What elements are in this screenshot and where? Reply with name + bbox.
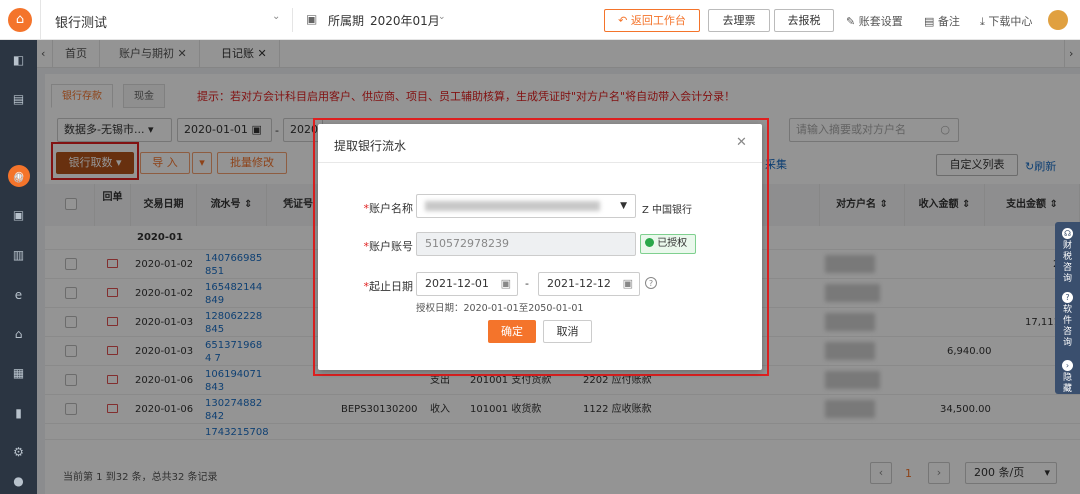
period-selector[interactable]: 2020年01月 <box>370 12 440 29</box>
date-separator: - <box>525 277 529 290</box>
bank-name: Z 中国银行 <box>642 205 693 216</box>
period-label: 所属期 <box>328 14 365 28</box>
auth-range-note: 授权日期：2020-01-01至2050-01-01 <box>416 303 584 314</box>
divider <box>40 0 41 40</box>
ledger-icon[interactable]: ▣ <box>11 208 26 223</box>
check-circle-icon <box>645 238 654 247</box>
gear-icon[interactable]: ⚙ <box>11 445 26 460</box>
close-icon[interactable]: ✕ <box>736 135 747 150</box>
building-icon[interactable]: ▦ <box>11 366 26 381</box>
chart-icon[interactable]: ▮ <box>11 406 26 421</box>
inventory-icon[interactable]: ◍ <box>11 170 26 185</box>
account-name-label: *账户名称 <box>363 202 414 215</box>
clipboard-icon: ▤ <box>924 15 938 28</box>
home-logo-icon[interactable]: ⌂ <box>8 8 32 32</box>
dialog-title: 提取银行流水 <box>334 139 407 153</box>
calendar-icon: ▣ <box>622 277 633 290</box>
calendar-icon: ▣ <box>500 277 511 290</box>
date-range-label: *起止日期 <box>363 280 414 293</box>
account-no-label: *账户账号 <box>363 240 414 253</box>
avatar[interactable] <box>1048 10 1068 30</box>
home-icon[interactable]: ⌂ <box>11 327 26 342</box>
top-bar: ⌂ 银行测试 ⌄ ▣ 所属期 2020年01月 ⌄ ↶ 返回工作台 去理票 去报… <box>0 0 1080 40</box>
lock-icon[interactable]: ● <box>11 474 26 489</box>
back-icon: ↶ <box>618 14 631 27</box>
tax-consult-button[interactable]: ☊ 财税咨询 <box>1055 228 1080 285</box>
download-center-link[interactable]: ⤓ 下载中心 <box>980 13 1032 29</box>
fetch-bank-statement-dialog: 提取银行流水 ✕ *账户名称 ▼ Z 中国银行 *账户账号 5105729782… <box>318 124 762 370</box>
end-date-input[interactable]: 2021-12-12 ▣ <box>538 272 640 296</box>
chevron-down-icon[interactable]: ⌄ <box>438 12 446 22</box>
account-settings-link[interactable]: ✎ 账套设置 <box>846 13 903 29</box>
redacted-account-name <box>425 201 600 211</box>
divider <box>318 162 762 163</box>
company-name[interactable]: 银行测试 <box>55 12 107 31</box>
document-icon[interactable]: ▤ <box>11 92 26 107</box>
chevron-down-icon[interactable]: ⌄ <box>272 11 280 22</box>
notes-link[interactable]: ▤ 备注 <box>924 13 960 29</box>
process-tickets-button[interactable]: 去理票 <box>708 9 770 32</box>
help-panel: ☊ 财税咨询 ? 软件咨询 › 隐藏 <box>1055 222 1080 394</box>
confirm-button[interactable]: 确定 <box>488 320 536 343</box>
calendar-icon: ▣ <box>306 12 318 26</box>
authorized-badge: 已授权 <box>640 234 696 254</box>
caret-down-icon: ▼ <box>620 201 627 211</box>
account-name-select[interactable]: ▼ <box>416 194 636 218</box>
back-to-workbench-button[interactable]: ↶ 返回工作台 <box>604 9 700 32</box>
arrow-right-icon: › <box>1062 360 1073 371</box>
browser-icon[interactable]: e <box>11 288 26 303</box>
divider <box>292 8 293 32</box>
file-tax-button[interactable]: 去报税 <box>774 9 834 32</box>
question-icon: ? <box>1062 292 1073 303</box>
sidebar: ◧ ▤ ◉ ◍ ▣ ▥ e ⌂ ▦ ▮ ⚙ ● <box>0 40 37 494</box>
start-date-input[interactable]: 2021-12-01 ▣ <box>416 272 518 296</box>
help-icon[interactable]: ? <box>645 277 657 289</box>
software-consult-button[interactable]: ? 软件咨询 <box>1055 292 1080 349</box>
headset-icon: ☊ <box>1062 228 1073 239</box>
cancel-button[interactable]: 取消 <box>543 320 592 343</box>
dashboard-icon[interactable]: ◧ <box>11 53 26 68</box>
hide-panel-button[interactable]: › 隐藏 <box>1055 360 1080 395</box>
report-icon[interactable]: ▥ <box>11 248 26 263</box>
account-no-field: 510572978239 <box>416 232 636 256</box>
edit-icon: ✎ <box>846 15 859 28</box>
